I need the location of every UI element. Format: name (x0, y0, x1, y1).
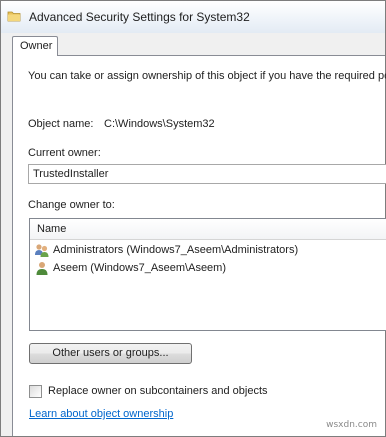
current-owner-field[interactable]: TrustedInstaller (28, 164, 386, 184)
learn-ownership-link[interactable]: Learn about object ownership (29, 408, 173, 420)
column-header-label: Name (37, 223, 67, 235)
current-owner-value: TrustedInstaller (33, 168, 109, 180)
replace-owner-checkbox[interactable] (29, 385, 42, 398)
intro-text: You can take or assign ownership of this… (28, 70, 386, 82)
owner-tab-panel: You can take or assign ownership of this… (12, 55, 386, 436)
window-title: Advanced Security Settings for System32 (29, 10, 250, 24)
folder-icon (7, 9, 21, 26)
tab-strip: Owner (1, 33, 385, 56)
title-bar[interactable]: Advanced Security Settings for System32 (1, 1, 385, 33)
other-users-or-groups-button[interactable]: Other users or groups... (29, 343, 192, 364)
list-item-label: Administrators (Windows7_Aseem\Administr… (53, 244, 299, 256)
column-header-name[interactable]: Name (30, 219, 386, 240)
owner-list[interactable]: Name Administrators (Windows7_Aseem\Admi… (29, 218, 386, 331)
user-icon (33, 260, 51, 281)
current-owner-label: Current owner: (28, 147, 101, 159)
window: Advanced Security Settings for System32 … (0, 0, 386, 437)
watermark: wsxdn.com (326, 420, 377, 430)
object-name-label: Object name: (28, 118, 94, 130)
change-owner-label: Change owner to: (28, 199, 115, 211)
replace-owner-label[interactable]: Replace owner on subcontainers and objec… (48, 385, 268, 397)
object-name-value: C:\Windows\System32 (104, 118, 215, 130)
list-item-label: Aseem (Windows7_Aseem\Aseem) (53, 262, 227, 274)
tab-owner[interactable]: Owner (12, 36, 58, 56)
